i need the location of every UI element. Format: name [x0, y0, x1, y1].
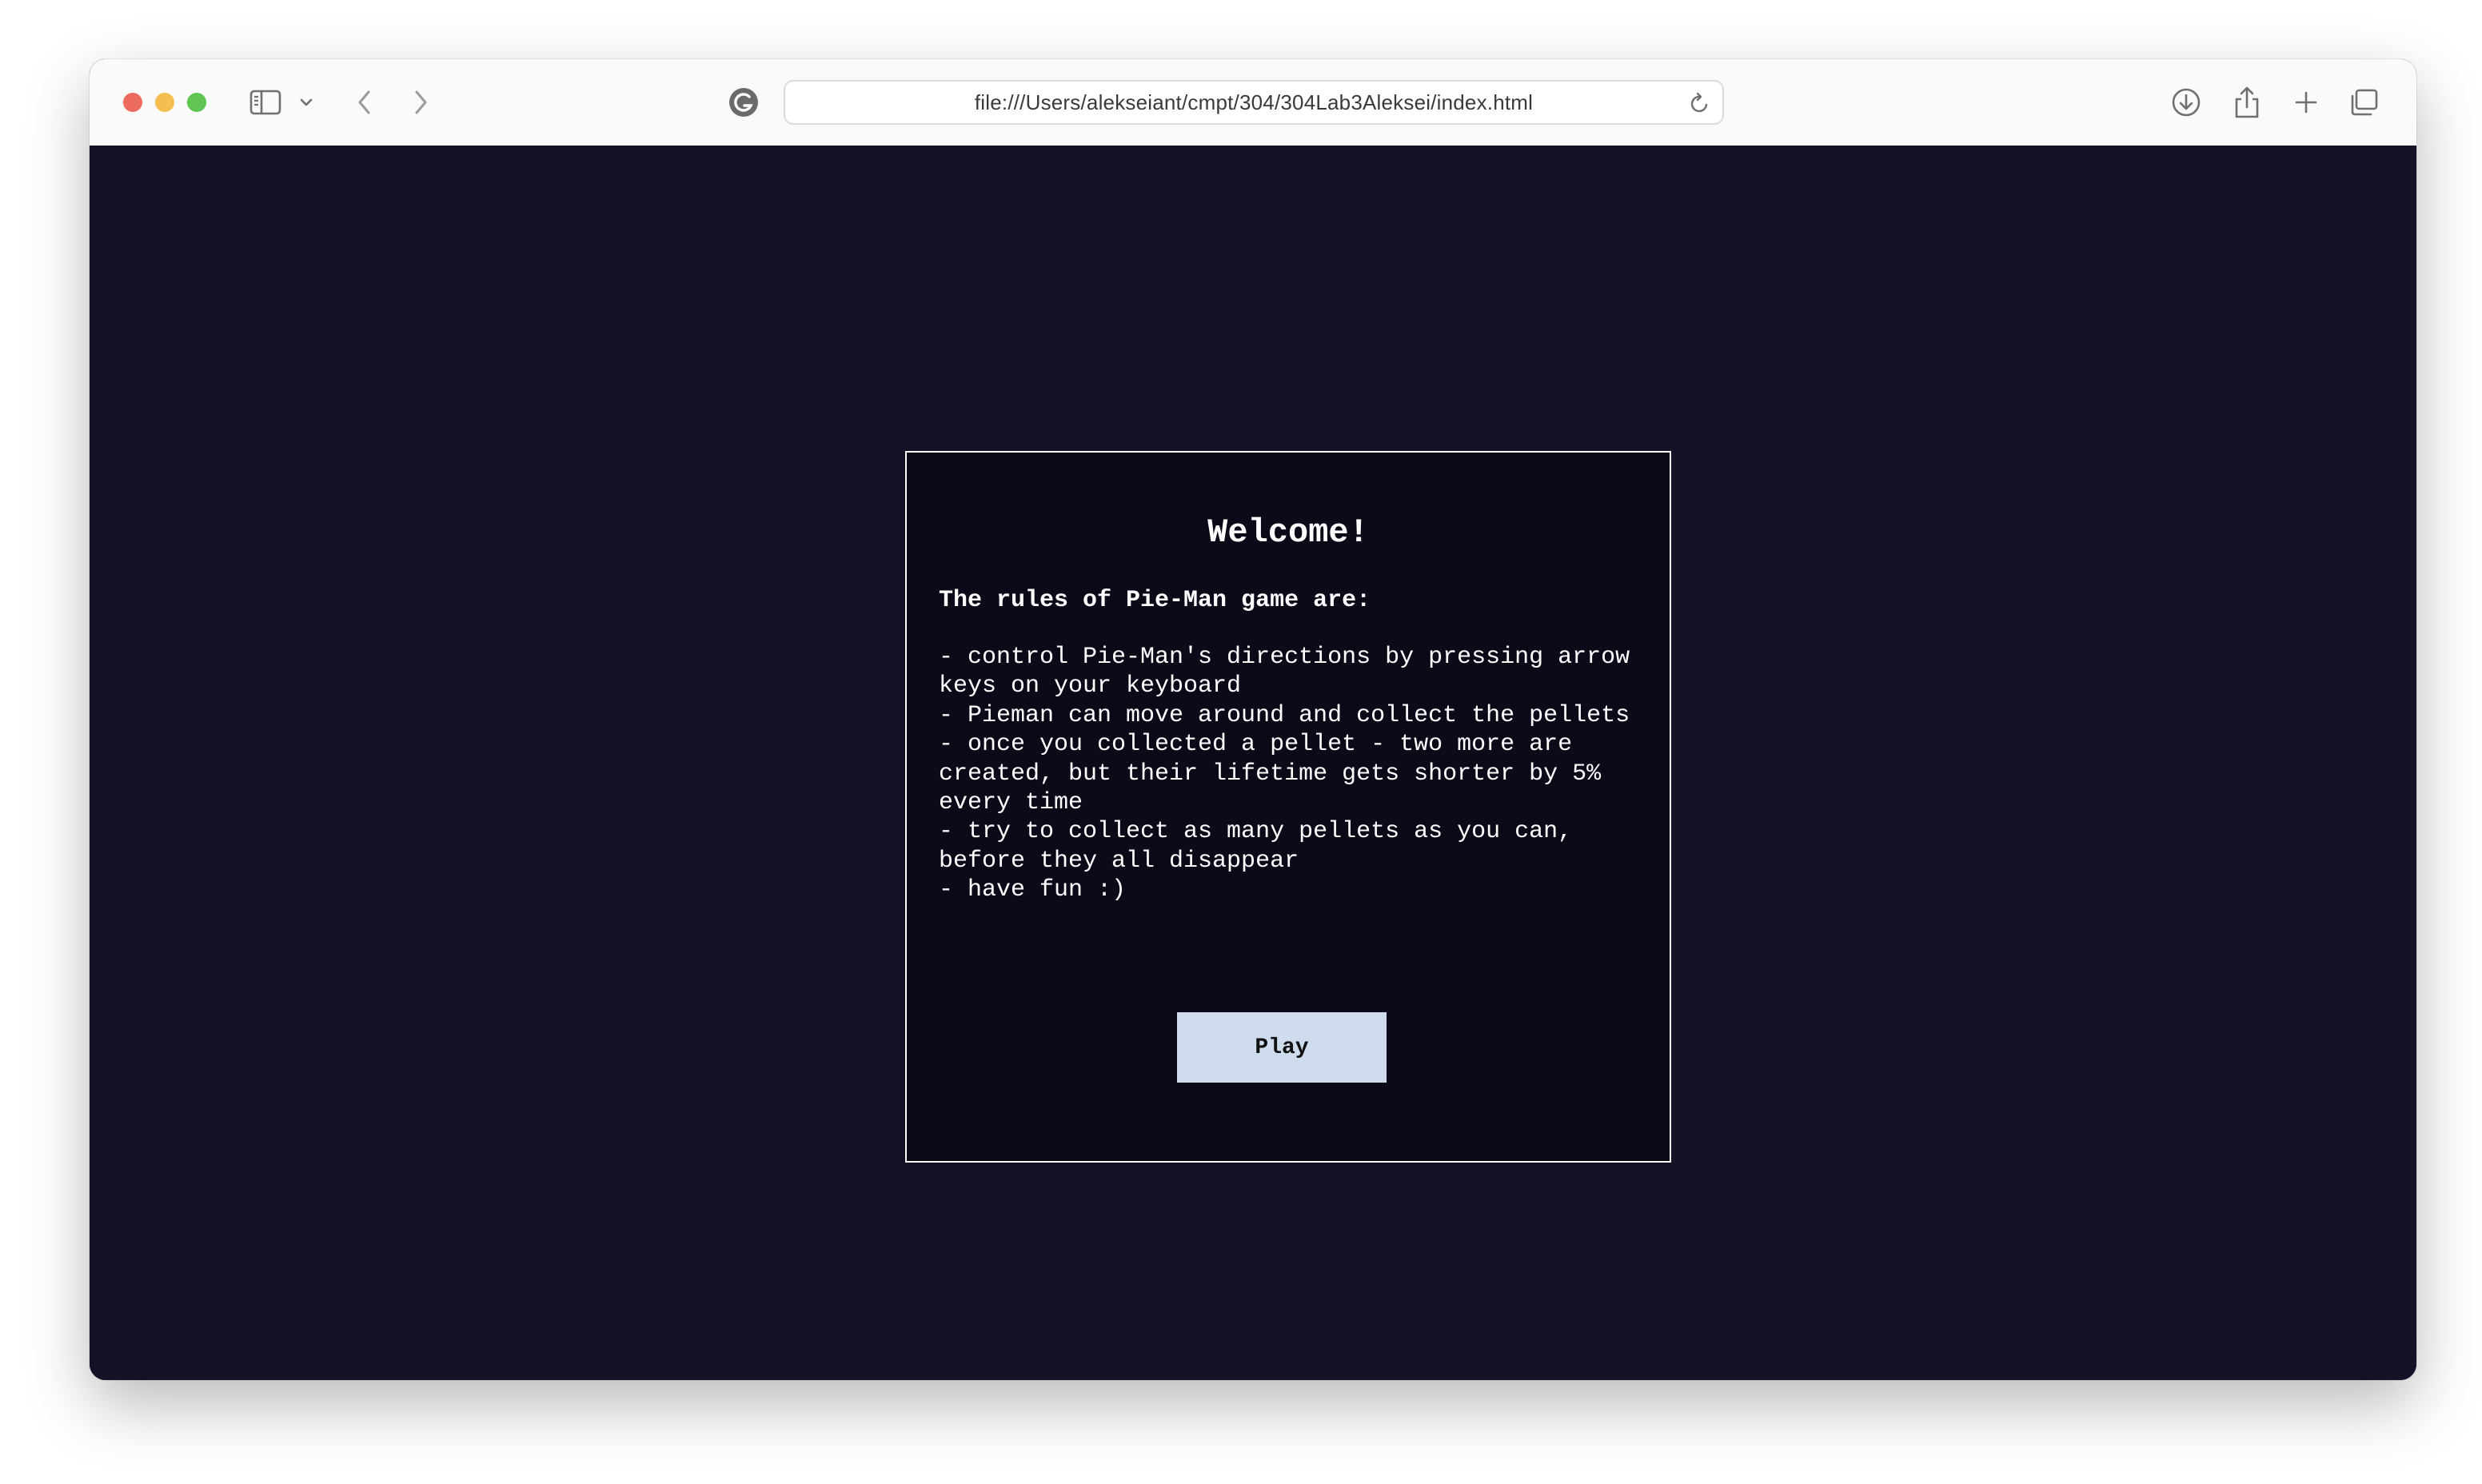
rule-item: - try to collect as many pellets as you … — [939, 818, 1573, 875]
chevron-down-icon — [299, 98, 313, 107]
welcome-dialog: Welcome! The rules of Pie-Man game are: … — [905, 451, 1671, 1163]
browser-window: file:///Users/alekseiant/cmpt/304/304Lab… — [90, 59, 2416, 1380]
zoom-window-button[interactable] — [187, 93, 206, 112]
address-bar[interactable]: file:///Users/alekseiant/cmpt/304/304Lab… — [784, 80, 1724, 125]
tab-overview-icon — [2348, 88, 2379, 117]
sidebar-toggle-button[interactable] — [246, 80, 285, 125]
tab-group-menu-button[interactable] — [294, 80, 318, 125]
address-url: file:///Users/alekseiant/cmpt/304/304Lab… — [974, 90, 1534, 114]
play-button[interactable]: Play — [1177, 1012, 1387, 1083]
minimize-window-button[interactable] — [155, 93, 174, 112]
grammarly-extension-button[interactable] — [726, 80, 761, 125]
browser-toolbar: file:///Users/alekseiant/cmpt/304/304Lab… — [90, 59, 2416, 147]
dialog-title: Welcome! — [1207, 513, 1369, 552]
new-tab-button[interactable] — [2288, 80, 2324, 125]
forward-arrow-icon — [413, 89, 429, 116]
reload-icon[interactable] — [1689, 91, 1711, 119]
rule-item: - control Pie-Man's directions by pressi… — [939, 644, 1630, 700]
download-icon — [2170, 86, 2202, 118]
back-button[interactable] — [349, 80, 381, 125]
downloads-button[interactable] — [2169, 80, 2204, 125]
sidebar-icon — [249, 90, 281, 115]
rule-item: - Pieman can move around and collect the… — [939, 701, 1630, 729]
back-arrow-icon — [357, 89, 373, 116]
forward-button[interactable] — [405, 80, 437, 125]
share-icon — [2233, 85, 2261, 120]
rules-list: - control Pie-Man's directions by pressi… — [939, 643, 1642, 905]
close-window-button[interactable] — [123, 93, 142, 112]
grammarly-icon — [728, 86, 760, 118]
rule-item: - have fun :) — [939, 876, 1127, 904]
rules-heading: The rules of Pie-Man game are: — [939, 587, 1371, 614]
share-button[interactable] — [2229, 80, 2265, 125]
rule-item: - once you collected a pellet - two more… — [939, 731, 1602, 817]
tab-overview-button[interactable] — [2346, 80, 2381, 125]
page-content: Welcome! The rules of Pie-Man game are: … — [90, 146, 2416, 1380]
plus-icon — [2293, 90, 2319, 115]
